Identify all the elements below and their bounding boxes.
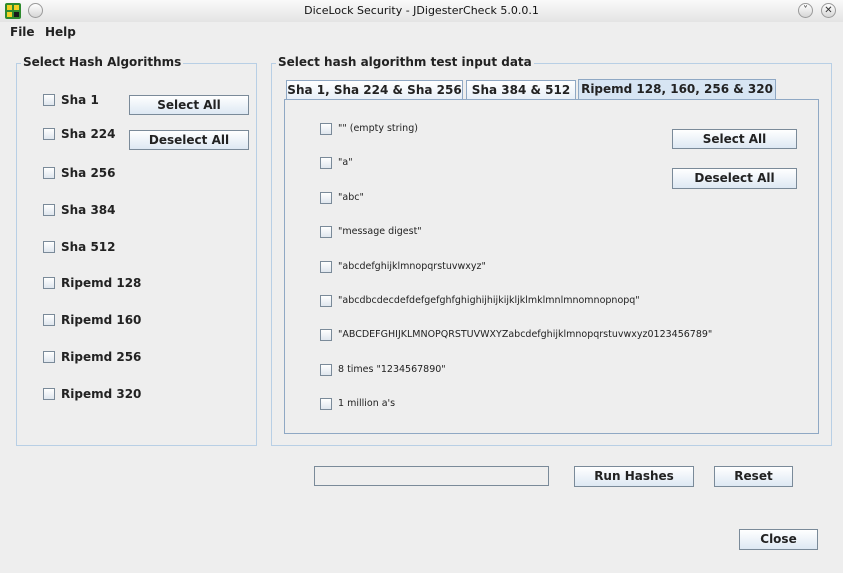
checkbox[interactable] [43,128,55,140]
input-label: "abcdefghijklmnopqrstuvwxyz" [338,261,486,272]
checkbox[interactable] [320,157,332,169]
select-all-algorithms-button[interactable]: Select All [129,95,249,115]
input-label: "message digest" [338,226,422,237]
algorithm-label: Ripemd 320 [61,387,142,401]
deselect-all-inputs-button[interactable]: Deselect All [672,168,797,189]
checkbox[interactable] [320,192,332,204]
algorithm-label: Sha 512 [61,240,116,254]
algorithm-label: Sha 224 [61,127,116,141]
algorithm-label: Sha 384 [61,203,116,217]
menu-file[interactable]: File [10,25,35,39]
tab-sha384-512[interactable]: Sha 384 & 512 [466,80,576,100]
algorithm-label: Ripemd 160 [61,313,142,327]
checkbox[interactable] [43,241,55,253]
checkbox[interactable] [320,226,332,238]
input-label: "a" [338,157,353,168]
menu-help[interactable]: Help [45,25,76,39]
tab-ripemd[interactable]: Ripemd 128, 160, 256 & 320 [578,79,776,100]
input-label: "" (empty string) [338,123,418,134]
close-button[interactable]: Close [739,529,818,550]
algorithm-label: Ripemd 128 [61,276,142,290]
title-bar: DiceLock Security - JDigesterCheck 5.0.0… [0,0,843,23]
minimize-icon[interactable]: ˅ [798,3,813,18]
checkbox[interactable] [320,398,332,410]
run-hashes-button[interactable]: Run Hashes [574,466,694,487]
reset-button[interactable]: Reset [714,466,793,487]
checkbox[interactable] [43,94,55,106]
input-label: "abc" [338,192,364,203]
tab-content-ripemd: "" (empty string) "a" "abc" "message dig… [284,99,819,434]
input-label: 8 times "1234567890" [338,364,446,375]
checkbox[interactable] [320,123,332,135]
checkbox[interactable] [43,167,55,179]
algorithm-label: Sha 256 [61,166,116,180]
input-label: "abcdbcdecdefdefgefghfghighijhijkijkljkl… [338,295,640,306]
checkbox[interactable] [43,388,55,400]
algorithm-label: Ripemd 256 [61,350,142,364]
checkbox[interactable] [43,204,55,216]
checkbox[interactable] [320,364,332,376]
window-title: DiceLock Security - JDigesterCheck 5.0.0… [304,4,539,17]
checkbox[interactable] [43,277,55,289]
progress-bar [314,466,549,486]
close-icon[interactable]: ✕ [821,3,836,18]
checkbox[interactable] [43,351,55,363]
checkbox[interactable] [320,261,332,273]
tab-sha1-224-256[interactable]: Sha 1, Sha 224 & Sha 256 [286,80,463,100]
hash-algorithms-title: Select Hash Algorithms [21,55,184,69]
menu-bar: File Help [0,22,843,42]
select-all-inputs-button[interactable]: Select All [672,129,797,149]
hash-algorithms-panel: Select Hash Algorithms Sha 1 Sha 224 Sha… [16,55,257,446]
checkbox[interactable] [320,295,332,307]
deselect-all-algorithms-button[interactable]: Deselect All [129,130,249,150]
input-label: "ABCDEFGHIJKLMNOPQRSTUVWXYZabcdefghijklm… [338,329,713,340]
algorithm-label: Sha 1 [61,93,99,107]
test-input-title: Select hash algorithm test input data [276,55,534,69]
checkbox[interactable] [43,314,55,326]
input-label: 1 million a's [338,398,396,409]
checkbox[interactable] [320,329,332,341]
